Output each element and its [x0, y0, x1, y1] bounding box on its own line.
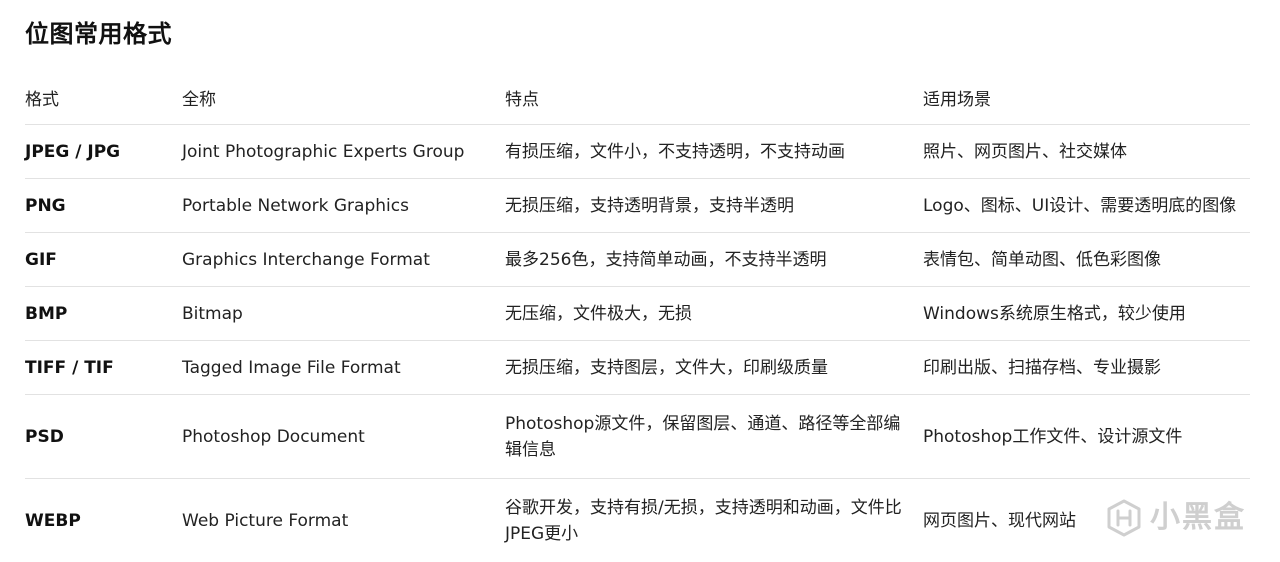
cell-use-cases: Windows系统原生格式，较少使用: [923, 286, 1250, 341]
cell-full-name: Photoshop Document: [182, 394, 505, 479]
header-full-name: 全称: [182, 71, 505, 125]
cell-full-name: Graphics Interchange Format: [182, 232, 505, 287]
cell-format: TIFF / TIF: [25, 340, 182, 395]
table-row: PNG Portable Network Graphics 无损压缩，支持透明背…: [25, 178, 1250, 233]
cell-format: GIF: [25, 232, 182, 287]
heybox-logo-icon: [1104, 498, 1144, 538]
watermark: 小黑盒: [1104, 498, 1246, 538]
cell-format: JPEG / JPG: [25, 124, 182, 179]
cell-features: 无压缩，文件极大，无损: [505, 286, 923, 341]
cell-full-name: Bitmap: [182, 286, 505, 341]
cell-format: BMP: [25, 286, 182, 341]
cell-full-name: Portable Network Graphics: [182, 178, 505, 233]
page-title: 位图常用格式: [25, 20, 172, 48]
formats-table: 格式 全称 特点 适用场景 JPEG / JPG Joint Photograp…: [25, 71, 1250, 562]
header-features: 特点: [505, 71, 923, 125]
table-row: BMP Bitmap 无压缩，文件极大，无损 Windows系统原生格式，较少使…: [25, 286, 1250, 341]
cell-format: WEBP: [25, 510, 81, 531]
cell-use-cases: 表情包、简单动图、低色彩图像: [923, 232, 1250, 287]
header-format: 格式: [25, 71, 182, 125]
cell-use-cases: Logo、图标、UI设计、需要透明底的图像: [923, 178, 1250, 233]
cell-features: 谷歌开发，支持有损/无损，支持透明和动画，文件比JPEG更小: [505, 497, 902, 544]
cell-features: 最多256色，支持简单动画，不支持半透明: [505, 232, 923, 287]
cell-full-name: Tagged Image File Format: [182, 340, 505, 395]
table-row: PSD Photoshop Document Photoshop源文件，保留图层…: [25, 394, 1250, 479]
cell-features: 无损压缩，支持透明背景，支持半透明: [505, 178, 923, 233]
cell-features: 有损压缩，文件小，不支持透明，不支持动画: [505, 124, 923, 179]
table-header-row: 格式 全称 特点 适用场景: [25, 71, 1250, 125]
cell-use-cases: 照片、网页图片、社交媒体: [923, 124, 1250, 179]
cell-features: 无损压缩，支持图层，文件大，印刷级质量: [505, 340, 923, 395]
table-row: JPEG / JPG Joint Photographic Experts Gr…: [25, 124, 1250, 179]
cell-full-name: Web Picture Format: [182, 510, 349, 531]
watermark-text: 小黑盒: [1150, 500, 1246, 535]
cell-format: PNG: [25, 178, 182, 233]
cell-format: PSD: [25, 394, 182, 479]
cell-features: Photoshop源文件，保留图层、通道、路径等全部编辑信息: [505, 394, 923, 479]
cell-use-cases: Photoshop工作文件、设计源文件: [923, 394, 1250, 479]
table-row: WEBP Web Picture Format 谷歌开发，支持有损/无损，支持透…: [25, 479, 1250, 562]
header-use-cases: 适用场景: [923, 71, 1250, 125]
cell-full-name: Joint Photographic Experts Group: [182, 124, 505, 179]
table-row: TIFF / TIF Tagged Image File Format 无损压缩…: [25, 340, 1250, 395]
table-row: GIF Graphics Interchange Format 最多256色，支…: [25, 232, 1250, 287]
cell-use-cases: 印刷出版、扫描存档、专业摄影: [923, 340, 1250, 395]
